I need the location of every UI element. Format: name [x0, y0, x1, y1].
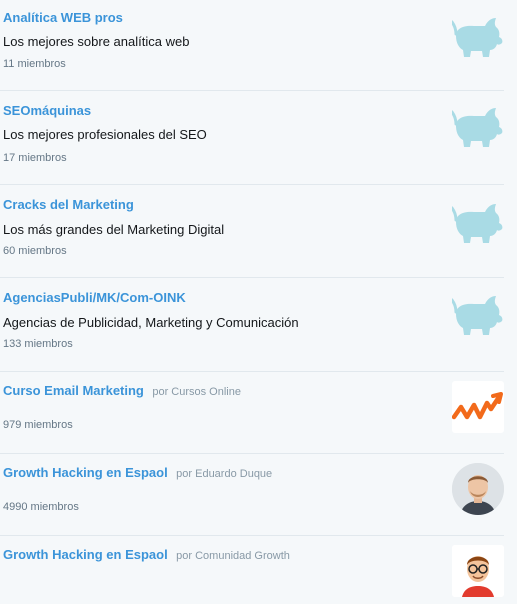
list-avatar[interactable] — [452, 102, 504, 154]
pig-icon — [452, 108, 503, 147]
list-description: Agencias de Publicidad, Marketing y Comu… — [3, 315, 299, 330]
list-avatar[interactable] — [452, 545, 504, 597]
list-name-link[interactable]: Growth Hacking en Espaol — [3, 465, 168, 480]
list-name-link[interactable]: SEOmáquinas — [3, 103, 91, 118]
members-count[interactable]: 4990 miembros — [3, 501, 79, 513]
pig-icon — [452, 296, 503, 335]
list-item: Curso Email Marketing por Cursos Online … — [0, 372, 504, 454]
list-owner[interactable]: por Cursos Online — [152, 386, 241, 398]
list-item: Growth Hacking en Espaol por Comunidad G… — [0, 536, 504, 604]
list-name-link[interactable]: Cracks del Marketing — [3, 197, 134, 212]
list-owner[interactable]: por Eduardo Duque — [176, 468, 272, 480]
list-name-link[interactable]: Growth Hacking en Espaol — [3, 547, 168, 562]
lists-list: Analítica WEB pros Los mejores sobre ana… — [0, 0, 517, 604]
orange-arrow-logo-icon — [452, 392, 503, 420]
list-name-link[interactable]: Curso Email Marketing — [3, 383, 144, 398]
cartoon-avatar-icon — [452, 545, 504, 597]
pig-icon — [452, 204, 503, 243]
list-owner[interactable]: por Comunidad Growth — [176, 550, 290, 562]
list-item: SEOmáquinas Los mejores profesionales de… — [0, 91, 504, 185]
list-avatar[interactable] — [452, 381, 504, 433]
list-description: Los mejores profesionales del SEO — [3, 127, 207, 142]
list-description: Los más grandes del Marketing Digital — [3, 222, 225, 237]
list-item: Cracks del Marketing Los más grandes del… — [0, 185, 504, 278]
members-count[interactable]: 17 miembros — [3, 152, 67, 164]
members-count[interactable]: 979 miembros — [3, 419, 73, 431]
members-count[interactable]: 11 miembros — [3, 58, 66, 70]
list-name-link[interactable]: Analítica WEB pros — [3, 10, 123, 25]
list-avatar[interactable] — [452, 198, 504, 250]
list-description: Los mejores sobre analítica web — [3, 34, 190, 49]
list-item: Growth Hacking en Espaol por Eduardo Duq… — [0, 454, 504, 536]
user-photo-icon — [452, 463, 504, 515]
list-item: AgenciasPubli/MK/Com-OINK Agencias de Pu… — [0, 278, 504, 372]
list-item: Analítica WEB pros Los mejores sobre ana… — [0, 0, 504, 91]
list-avatar[interactable] — [452, 12, 504, 64]
members-count[interactable]: 133 miembros — [3, 338, 73, 350]
members-count[interactable]: 60 miembros — [3, 245, 67, 257]
pig-icon — [452, 18, 503, 57]
list-name-link[interactable]: AgenciasPubli/MK/Com-OINK — [3, 290, 186, 305]
list-avatar[interactable] — [452, 290, 504, 342]
list-avatar[interactable] — [452, 463, 504, 515]
